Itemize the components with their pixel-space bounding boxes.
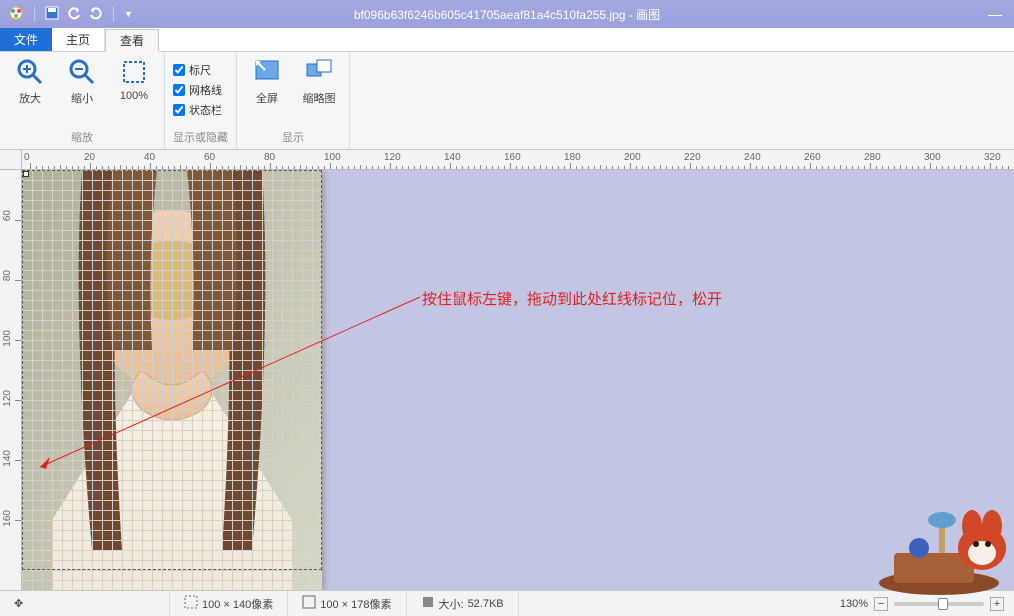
annotation-text: 按住鼠标左键，拖动到此处红线标记位，松开 <box>422 288 722 309</box>
fullscreen-label: 全屏 <box>256 90 278 106</box>
horizontal-ruler[interactable]: 0204060801001201401601802002202402602803… <box>22 150 1014 170</box>
move-icon: ✥ <box>14 597 23 610</box>
zoom-in-button[interactable]: 放大 <box>8 56 52 106</box>
ribbon: 放大 缩小 100% 缩放 标尺 网格线 状态栏 显示或隐藏 全屏 <box>0 52 1014 150</box>
file-size-label: 大小: <box>439 596 464 612</box>
statusbar-checkbox[interactable]: 状态栏 <box>173 102 222 118</box>
app-icon <box>8 5 24 24</box>
tab-strip: 文件 主页 查看 <box>0 28 1014 52</box>
ruler-checkbox[interactable]: 标尺 <box>173 62 211 78</box>
selection-icon <box>184 595 198 612</box>
cursor-pos-cell: ✥ <box>0 591 170 616</box>
thumbnail-button[interactable]: 缩略图 <box>297 56 341 106</box>
canvas-size-icon <box>302 595 316 612</box>
show-group-label: 显示或隐藏 <box>173 129 228 149</box>
zoom-100-label: 100% <box>120 90 148 102</box>
work-area: 0204060801001201401601802002202402602803… <box>0 150 1014 590</box>
undo-icon[interactable] <box>67 6 81 23</box>
ribbon-group-show: 标尺 网格线 状态栏 显示或隐藏 <box>165 52 237 149</box>
thumbnail-label: 缩略图 <box>303 90 336 106</box>
status-bar: ✥ 100 × 140像素 100 × 178像素 大小: 52.7KB 130… <box>0 590 1014 616</box>
ribbon-group-zoom: 放大 缩小 100% 缩放 <box>0 52 165 149</box>
vertical-ruler[interactable]: 6080100120140160 <box>0 170 22 590</box>
disk-icon <box>421 595 435 612</box>
zoom-100-button[interactable]: 100% <box>112 56 156 102</box>
ruler-corner <box>0 150 22 170</box>
zoom-level: 130% <box>840 598 868 610</box>
zoom-out-label: 缩小 <box>71 90 93 106</box>
file-menu[interactable]: 文件 <box>0 28 52 51</box>
ribbon-group-display: 全屏 缩略图 显示 <box>237 52 350 149</box>
tab-home[interactable]: 主页 <box>52 28 105 51</box>
file-size: 52.7KB <box>468 598 504 610</box>
qat-dropdown-icon[interactable]: ▼ <box>124 9 133 19</box>
selection-size-cell: 100 × 140像素 <box>170 591 288 616</box>
window-title: bf096b63f6246b605c41705aeaf81a4c510fa255… <box>0 6 1014 23</box>
zoom-controls: 130% − + <box>840 597 1014 611</box>
canvas-size-cell: 100 × 178像素 <box>288 591 406 616</box>
mascot-icon <box>864 478 1014 598</box>
zoom-in-label: 放大 <box>19 90 41 106</box>
minimize-button[interactable]: — <box>976 6 1014 22</box>
file-size-cell: 大小: 52.7KB <box>407 591 519 616</box>
tab-view[interactable]: 查看 <box>105 29 159 52</box>
fullscreen-button[interactable]: 全屏 <box>245 56 289 106</box>
zoom-plus-button[interactable]: + <box>990 597 1004 611</box>
annotation-arrow <box>32 295 422 470</box>
display-group-label: 显示 <box>282 129 304 149</box>
selection-size: 100 × 140像素 <box>202 596 273 612</box>
zoom-slider-thumb[interactable] <box>938 598 948 610</box>
grid-checkbox[interactable]: 网格线 <box>173 82 222 98</box>
save-icon[interactable] <box>45 6 59 23</box>
zoom-slider[interactable] <box>894 602 984 606</box>
zoom-minus-button[interactable]: − <box>874 597 888 611</box>
zoom-out-button[interactable]: 缩小 <box>60 56 104 106</box>
zoom-group-label: 缩放 <box>71 129 93 149</box>
title-bar: ▼ bf096b63f6246b605c41705aeaf81a4c510fa2… <box>0 0 1014 28</box>
canvas-size: 100 × 178像素 <box>320 596 391 612</box>
redo-icon[interactable] <box>89 6 103 23</box>
